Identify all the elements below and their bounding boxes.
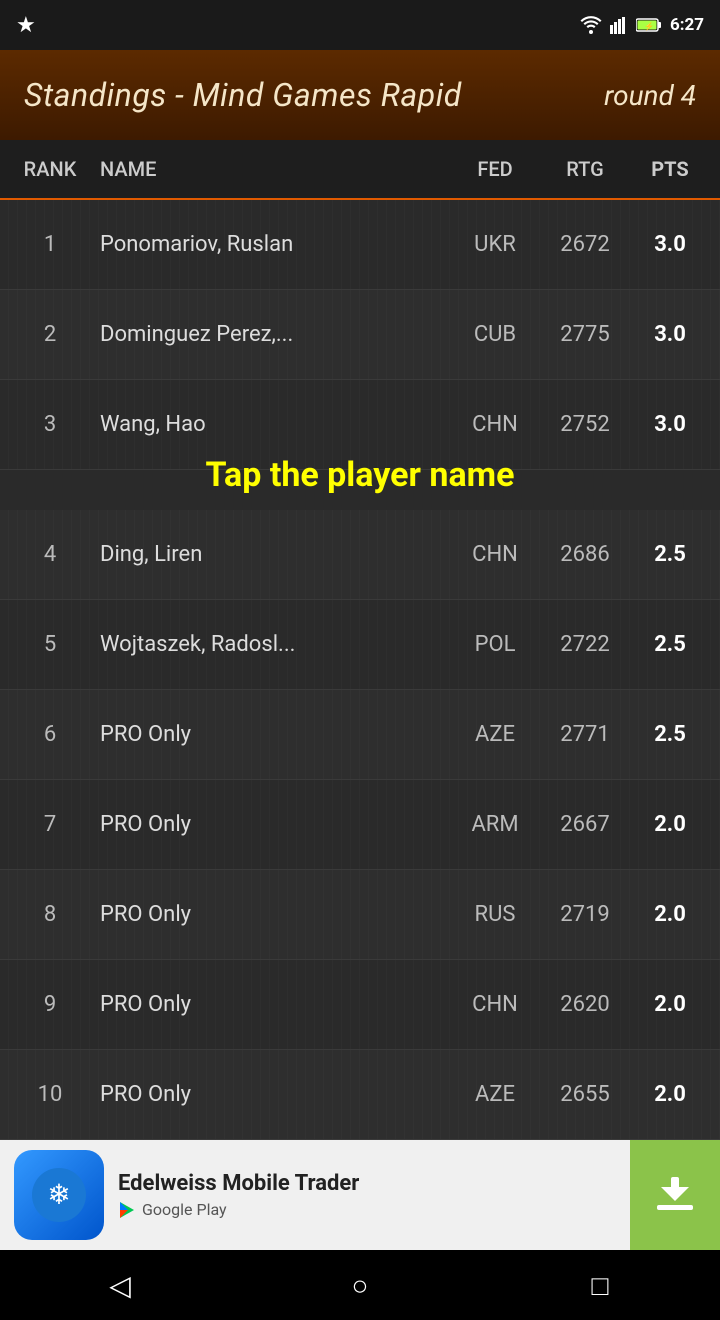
fed-cell: UKR: [450, 232, 540, 257]
nav-bar: ◁ ○ □: [0, 1250, 720, 1320]
col-fed-header: FED: [450, 157, 540, 181]
table-row[interactable]: 10 PRO Only AZE 2655 2.0: [0, 1050, 720, 1140]
status-icons: ⚡ 6:27: [580, 15, 704, 35]
column-headers: RANK NAME FED RTG PTS: [0, 140, 720, 200]
header: Standings - Mind Games Rapid round 4: [0, 50, 720, 140]
back-button[interactable]: ◁: [90, 1255, 150, 1315]
pts-cell: 2.0: [630, 992, 710, 1017]
wifi-icon: [580, 16, 602, 34]
rank-cell: 4: [10, 542, 90, 567]
rtg-cell: 2620: [540, 992, 630, 1017]
rank-cell: 1: [10, 232, 90, 257]
pts-cell: 3.0: [630, 322, 710, 347]
rank-cell: 8: [10, 902, 90, 927]
pts-cell: 2.5: [630, 542, 710, 567]
table-row[interactable]: 4 Ding, Liren CHN 2686 2.5: [0, 510, 720, 600]
pts-cell: 2.0: [630, 1082, 710, 1107]
table-row[interactable]: 7 PRO Only ARM 2667 2.0: [0, 780, 720, 870]
tap-hint-label: Tap the player name: [0, 455, 720, 495]
rank-cell: 6: [10, 722, 90, 747]
fed-cell: ARM: [450, 812, 540, 837]
download-icon: [651, 1171, 699, 1219]
google-play-icon: [118, 1201, 136, 1219]
fed-cell: AZE: [450, 722, 540, 747]
player-name[interactable]: PRO Only: [90, 722, 450, 747]
player-name[interactable]: Dominguez Perez,...: [90, 322, 450, 347]
notification-icon: ★: [16, 13, 36, 38]
rtg-cell: 2752: [540, 412, 630, 437]
table-row[interactable]: 8 PRO Only RUS 2719 2.0: [0, 870, 720, 960]
fed-cell: POL: [450, 632, 540, 657]
battery-icon: ⚡: [636, 18, 662, 32]
fed-cell: CHN: [450, 412, 540, 437]
fed-cell: AZE: [450, 1082, 540, 1107]
table-row[interactable]: 2 Dominguez Perez,... CUB 2775 3.0: [0, 290, 720, 380]
player-name[interactable]: PRO Only: [90, 992, 450, 1017]
col-rtg-header: RTG: [540, 157, 630, 181]
rank-cell: 7: [10, 812, 90, 837]
ad-app-title: Edelweiss Mobile Trader: [118, 1171, 630, 1196]
standings-table: 1 Ponomariov, Ruslan UKR 2672 3.0 2 Domi…: [0, 200, 720, 1140]
svg-text:⚡: ⚡: [644, 21, 654, 31]
col-name-header: NAME: [90, 157, 450, 181]
ad-banner[interactable]: ❄ Edelweiss Mobile Trader Google Play: [0, 1140, 720, 1250]
rtg-cell: 2686: [540, 542, 630, 567]
table-row[interactable]: 5 Wojtaszek, Radosl... POL 2722 2.5: [0, 600, 720, 690]
recents-button[interactable]: □: [570, 1255, 630, 1315]
player-name[interactable]: PRO Only: [90, 902, 450, 927]
fed-cell: CUB: [450, 322, 540, 347]
round-label: round 4: [604, 79, 696, 112]
rank-cell: 10: [10, 1082, 90, 1107]
svg-text:❄: ❄: [47, 1178, 70, 1211]
pts-cell: 3.0: [630, 232, 710, 257]
player-name[interactable]: Ponomariov, Ruslan: [90, 232, 450, 257]
pts-cell: 2.0: [630, 902, 710, 927]
col-rank-header: RANK: [10, 157, 90, 181]
rtg-cell: 2719: [540, 902, 630, 927]
table-row[interactable]: 6 PRO Only AZE 2771 2.5: [0, 690, 720, 780]
edelweiss-icon: ❄: [32, 1168, 86, 1222]
fed-cell: RUS: [450, 902, 540, 927]
signal-icon: [610, 16, 628, 34]
player-name[interactable]: Wang, Hao: [90, 412, 450, 437]
player-name[interactable]: Ding, Liren: [90, 542, 450, 567]
table-row[interactable]: 1 Ponomariov, Ruslan UKR 2672 3.0: [0, 200, 720, 290]
ad-text-block: Edelweiss Mobile Trader Google Play: [118, 1171, 630, 1219]
pts-cell: 2.5: [630, 722, 710, 747]
fed-cell: CHN: [450, 992, 540, 1017]
page-title: Standings - Mind Games Rapid: [24, 76, 462, 114]
rtg-cell: 2667: [540, 812, 630, 837]
pts-cell: 3.0: [630, 412, 710, 437]
rtg-cell: 2655: [540, 1082, 630, 1107]
rank-cell: 9: [10, 992, 90, 1017]
ad-download-button[interactable]: [630, 1140, 720, 1250]
pts-cell: 2.5: [630, 632, 710, 657]
home-button[interactable]: ○: [330, 1255, 390, 1315]
clock: 6:27: [670, 15, 704, 35]
ad-store-label: Google Play: [118, 1200, 630, 1219]
rank-cell: 5: [10, 632, 90, 657]
rtg-cell: 2771: [540, 722, 630, 747]
rtg-cell: 2722: [540, 632, 630, 657]
pts-cell: 2.0: [630, 812, 710, 837]
rtg-cell: 2672: [540, 232, 630, 257]
google-play-label: Google Play: [142, 1200, 227, 1219]
rtg-cell: 2775: [540, 322, 630, 347]
rank-cell: 3: [10, 412, 90, 437]
col-pts-header: PTS: [630, 157, 710, 181]
player-name[interactable]: PRO Only: [90, 1082, 450, 1107]
rank-cell: 2: [10, 322, 90, 347]
ad-app-icon: ❄: [14, 1150, 104, 1240]
table-row[interactable]: 3 Wang, Hao CHN 2752 3.0 Tap the player …: [0, 380, 720, 470]
fed-cell: CHN: [450, 542, 540, 567]
status-bar: ★ ⚡ 6:27: [0, 0, 720, 50]
player-name[interactable]: PRO Only: [90, 812, 450, 837]
player-name[interactable]: Wojtaszek, Radosl...: [90, 632, 450, 657]
table-row[interactable]: 9 PRO Only CHN 2620 2.0: [0, 960, 720, 1050]
